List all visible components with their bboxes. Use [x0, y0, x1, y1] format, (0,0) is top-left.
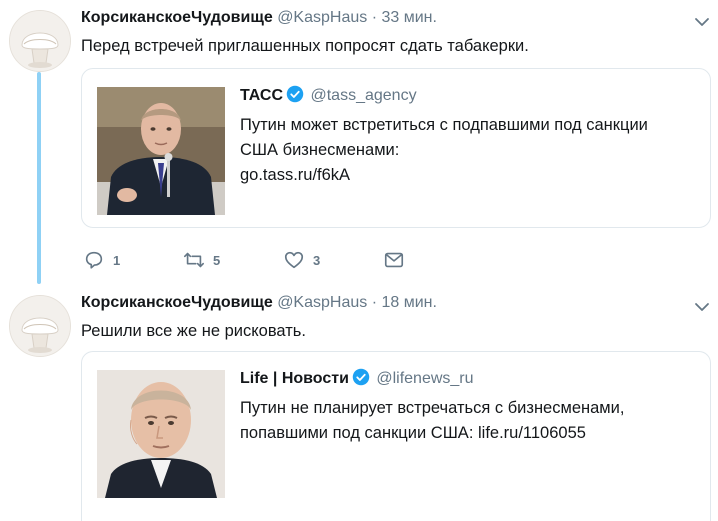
- retweet-count: 5: [213, 252, 221, 268]
- tweet-text: Перед встречей приглашенных попросят сда…: [81, 37, 529, 55]
- quoted-tweet-text: Путин может встретиться с подпавшими под…: [240, 113, 690, 188]
- verified-badge-icon: [286, 85, 304, 103]
- retweet-button[interactable]: 5: [183, 248, 220, 272]
- quoted-tweet[interactable]: ТАСС @tass_agency Путин может встретитьс…: [81, 68, 711, 228]
- like-count: 3: [313, 252, 321, 268]
- quoted-author-name[interactable]: Life | Новости: [240, 370, 349, 387]
- tweet[interactable]: КорсиканскоеЧудовище @KaspHaus · 18 мин.…: [0, 285, 718, 521]
- quoted-tweet-header: Life | Новости @lifenews_ru: [240, 368, 690, 390]
- quoted-tweet-body: ТАСС @tass_agency Путин может встретитьс…: [240, 85, 690, 188]
- thread-line: [37, 72, 41, 284]
- separator: ·: [371, 9, 378, 26]
- quoted-tweet-image: [97, 370, 225, 498]
- like-button[interactable]: 3: [283, 248, 320, 272]
- direct-message-button[interactable]: [383, 248, 405, 272]
- envelope-icon: [384, 252, 404, 268]
- author-handle[interactable]: @KaspHaus: [277, 294, 367, 311]
- quoted-tweet-header: ТАСС @tass_agency: [240, 85, 690, 107]
- author-name[interactable]: КорсиканскоеЧудовище: [81, 9, 273, 26]
- quoted-tweet-image: [97, 87, 225, 215]
- tweet-actions: 1 5 3: [81, 248, 481, 272]
- retweet-icon: [184, 252, 204, 268]
- verified-badge-icon: [352, 368, 370, 386]
- quoted-text-line: Путин не планирует встречаться с бизнесм…: [240, 399, 625, 417]
- chevron-down-icon[interactable]: [694, 14, 710, 30]
- timestamp[interactable]: 18 мин.: [381, 294, 436, 311]
- quoted-author-handle[interactable]: @lifenews_ru: [376, 370, 473, 387]
- quoted-text-line: Путин может встретиться с подпавшими под…: [240, 116, 648, 134]
- tweet[interactable]: КорсиканскоеЧудовище @KaspHaus · 33 мин.…: [0, 0, 718, 285]
- avatar[interactable]: [9, 295, 71, 357]
- separator: ·: [371, 294, 378, 311]
- quoted-tweet-body: Life | Новости @lifenews_ru Путин не пла…: [240, 368, 690, 446]
- quoted-text-line: попавшими под санкции США: life.ru/11060…: [240, 424, 586, 442]
- author-handle[interactable]: @KaspHaus: [277, 9, 367, 26]
- timestamp[interactable]: 33 мин.: [381, 9, 436, 26]
- quoted-author-name[interactable]: ТАСС: [240, 87, 283, 104]
- chevron-down-icon[interactable]: [694, 299, 710, 315]
- author-name[interactable]: КорсиканскоеЧудовище: [81, 294, 273, 311]
- reply-count: 1: [113, 252, 121, 268]
- tweet-header: КорсиканскоеЧудовище @KaspHaus · 18 мин.: [81, 293, 437, 313]
- reply-icon: [85, 251, 103, 269]
- quoted-tweet[interactable]: Life | Новости @lifenews_ru Путин не пла…: [81, 351, 711, 521]
- avatar[interactable]: [9, 10, 71, 72]
- quoted-link[interactable]: go.tass.ru/f6kA: [240, 163, 690, 188]
- reply-button[interactable]: 1: [83, 248, 120, 272]
- quoted-text-line: США бизнесменами:: [240, 141, 400, 159]
- quoted-tweet-text: Путин не планирует встречаться с бизнесм…: [240, 396, 690, 446]
- tweet-header: КорсиканскоеЧудовище @KaspHaus · 33 мин.: [81, 8, 437, 28]
- tweet-text: Решили все же не рисковать.: [81, 322, 306, 340]
- heart-icon: [284, 251, 304, 269]
- quoted-author-handle[interactable]: @tass_agency: [310, 87, 416, 104]
